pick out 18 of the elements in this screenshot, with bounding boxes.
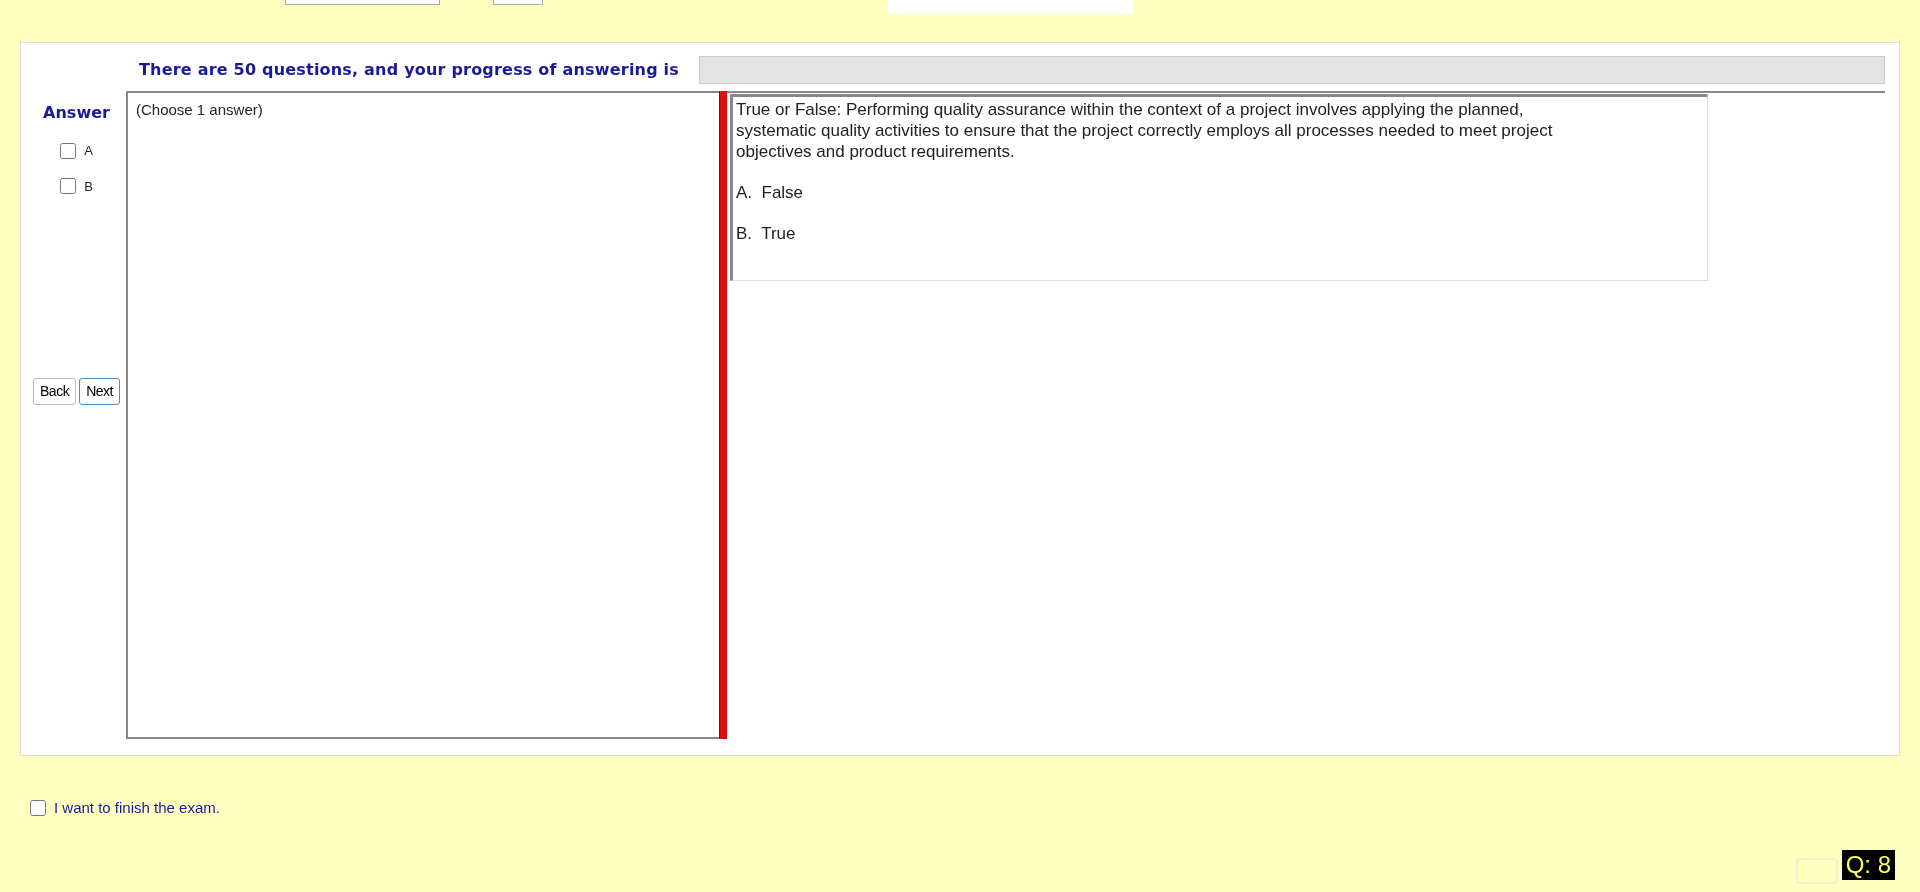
next-button[interactable]: Next (79, 378, 120, 405)
question-text: True or False: Performing quality assurance within the context of a project involves applying the planned, systematic quality activities to ensure that the project correctly employs all processes needed to meet project objectives and product requirements. (736, 99, 1554, 162)
answer-checkbox[interactable] (60, 178, 77, 195)
back-button[interactable]: Back (33, 378, 77, 405)
divider-bar[interactable] (719, 91, 727, 739)
finish-label: I want to finish the exam. (54, 798, 220, 818)
finish-checkbox[interactable] (30, 800, 46, 817)
spin-field[interactable] (493, 0, 543, 5)
question-counter: Q: 8 (1841, 850, 1895, 880)
dropdown-field[interactable] (285, 0, 440, 5)
answer-heading: Answer (43, 102, 110, 124)
answer-checkbox[interactable] (60, 142, 77, 159)
option-label: B (84, 177, 93, 196)
option-label: A (84, 142, 93, 160)
choice-text: A. False (736, 182, 805, 203)
progress-label: There are 50 questions, and your progress of answering is (139, 59, 680, 81)
choice-text: B. True (736, 223, 797, 244)
answer-hint: (Choose 1 answer) (136, 101, 263, 118)
